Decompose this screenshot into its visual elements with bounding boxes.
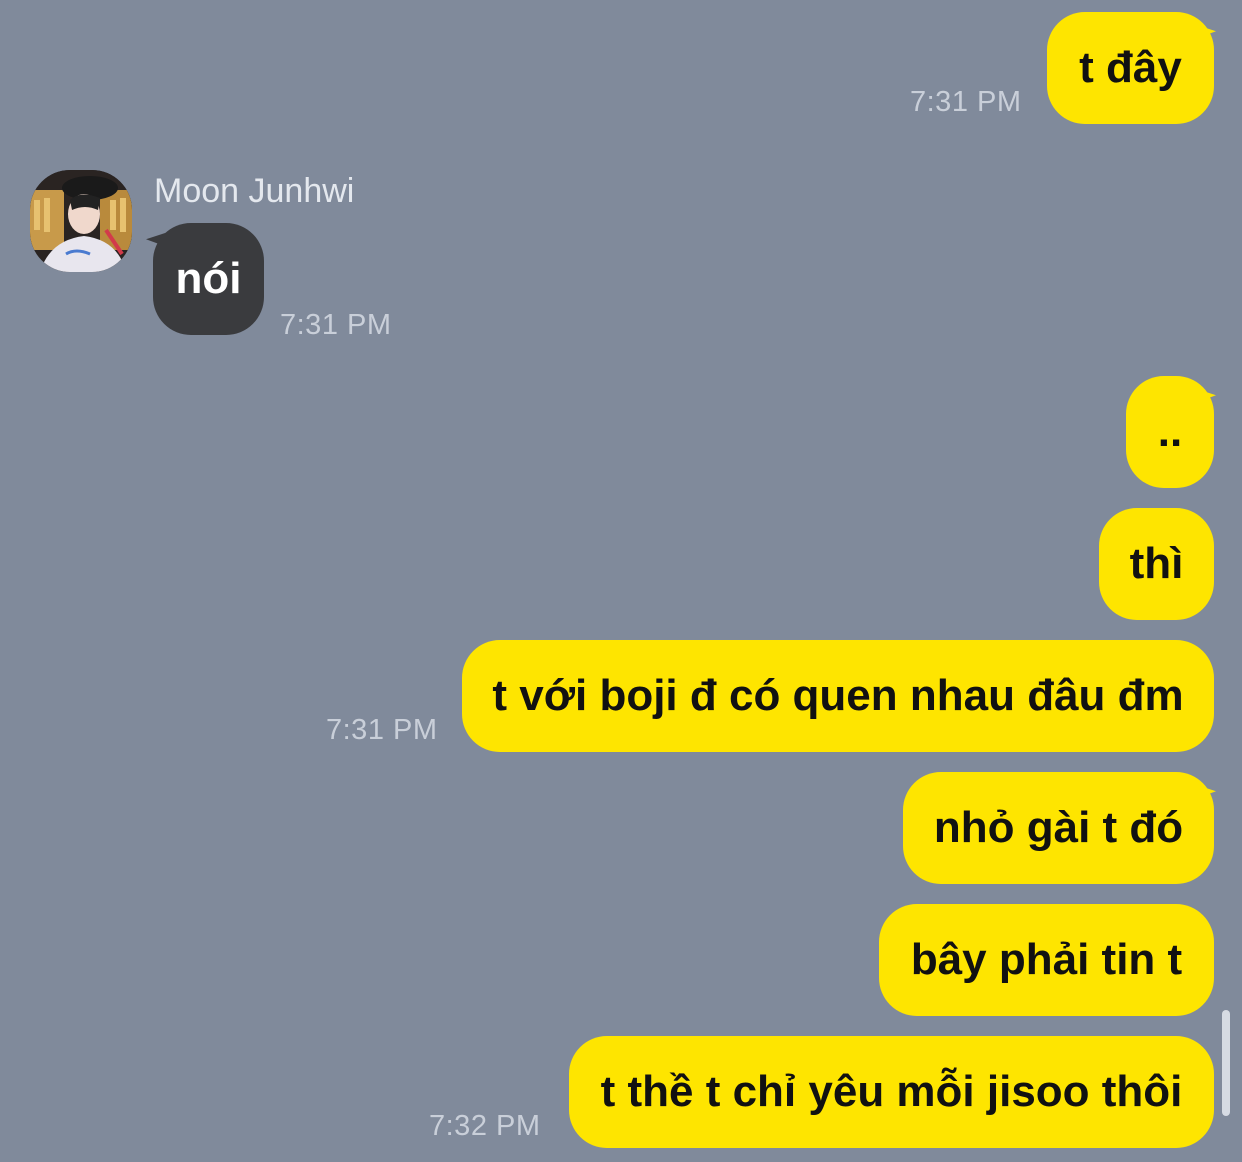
my-message-bubble[interactable]: bây phải tin t	[879, 904, 1214, 1016]
message-timestamp: 7:31 PM	[326, 714, 438, 746]
avatar-photo	[30, 170, 132, 272]
message-timestamp: 7:31 PM	[280, 309, 392, 341]
my-message-bubble[interactable]: t thề t chỉ yêu mỗi jisoo thôi	[569, 1036, 1214, 1148]
sender-name: Moon Junhwi	[154, 172, 355, 210]
my-message-bubble[interactable]: t với boji đ có quen nhau đâu đm	[462, 640, 1214, 752]
my-message-bubble[interactable]: t đây	[1047, 12, 1214, 124]
chat-thread: t đây 7:31 PM Moon Junhwi nói 7:31 PM ..…	[0, 0, 1242, 1162]
my-message-bubble[interactable]: thì	[1099, 508, 1214, 620]
message-timestamp: 7:32 PM	[429, 1110, 541, 1142]
my-message-bubble[interactable]: ..	[1126, 376, 1214, 488]
message-timestamp: 7:31 PM	[910, 86, 1022, 118]
my-message-bubble[interactable]: nhỏ gài t đó	[903, 772, 1214, 884]
scrollbar-thumb[interactable]	[1222, 1010, 1230, 1116]
contact-avatar[interactable]	[30, 170, 132, 272]
their-message-bubble[interactable]: nói	[153, 223, 264, 335]
